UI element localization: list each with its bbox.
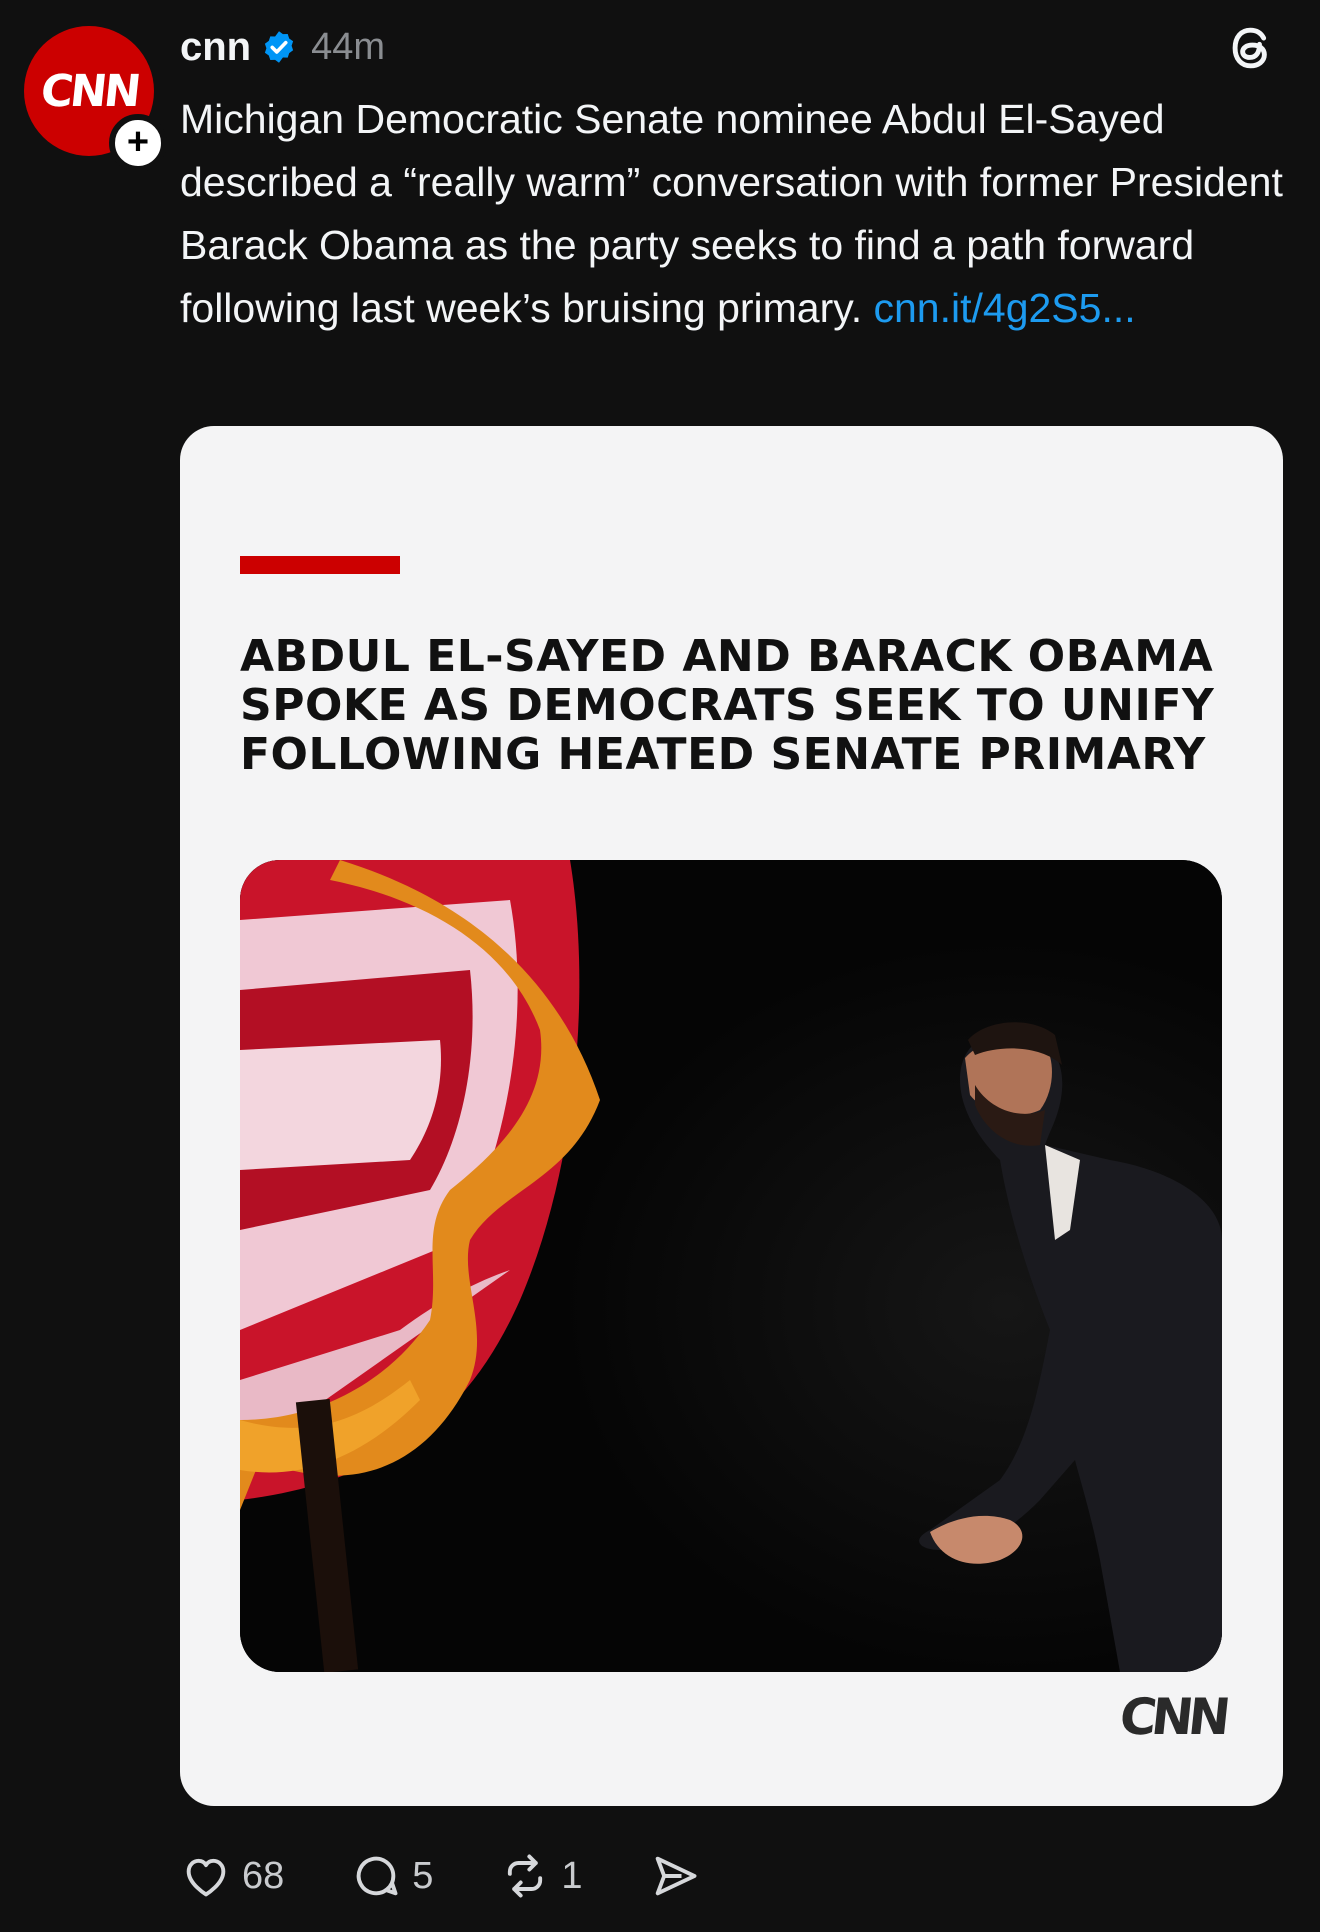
- headline-line: SPOKE AS DEMOCRATS SEEK TO UNIFY: [240, 680, 1215, 731]
- headline-line: FOLLOWING HEATED SENATE PRIMARY: [240, 729, 1206, 780]
- caption-link[interactable]: cnn.it/4g2S5...: [874, 285, 1136, 331]
- verified-badge-icon: [265, 31, 294, 63]
- repost-icon: [508, 1854, 543, 1898]
- reply-button[interactable]: 5: [350, 1850, 433, 1902]
- username[interactable]: cnn: [180, 25, 251, 70]
- photo-illustration: [240, 860, 1222, 1672]
- cnn-watermark-logo: CNN: [1116, 1688, 1229, 1746]
- follow-plus-icon[interactable]: +: [109, 114, 167, 172]
- accent-bar: [240, 556, 400, 574]
- repost-button[interactable]: 1: [499, 1850, 583, 1902]
- post-timestamp: 44m: [311, 25, 386, 68]
- post-header: cnn 44m: [180, 20, 385, 74]
- repost-count: 1: [561, 1854, 583, 1897]
- reply-count: 5: [412, 1854, 434, 1897]
- media-card[interactable]: ABDUL EL-SAYED AND BARACK OBAMA SPOKE AS…: [180, 426, 1283, 1806]
- share-button[interactable]: [649, 1850, 701, 1902]
- post-caption: Michigan Democratic Senate nominee Abdul…: [180, 88, 1290, 340]
- like-button[interactable]: 68: [180, 1850, 284, 1902]
- article-photo: [240, 860, 1222, 1672]
- share-icon: [655, 1856, 697, 1896]
- comment-icon: [357, 1856, 398, 1896]
- heart-icon: [186, 1858, 226, 1897]
- thread-post: CNN + cnn 44m Michigan Democratic Senate…: [0, 0, 1320, 1932]
- cnn-logo: CNN: [37, 65, 141, 117]
- card-headline: ABDUL EL-SAYED AND BARACK OBAMA SPOKE AS…: [240, 632, 1240, 779]
- headline-line: ABDUL EL-SAYED AND BARACK OBAMA: [240, 631, 1214, 682]
- like-count: 68: [242, 1854, 285, 1897]
- threads-logo-icon[interactable]: [1224, 20, 1280, 76]
- action-bar: 68 5 1: [180, 1846, 767, 1906]
